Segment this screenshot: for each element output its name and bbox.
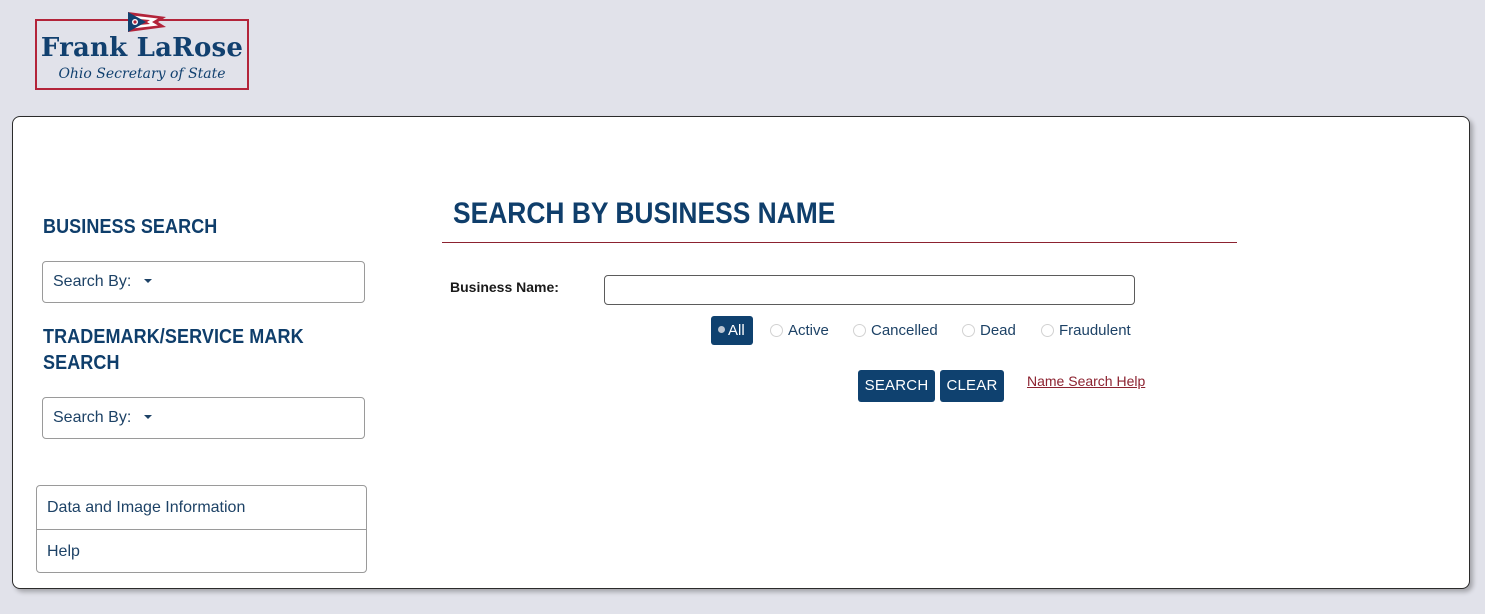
- business-name-label: Business Name:: [450, 279, 559, 295]
- name-search-help-link[interactable]: Name Search Help: [1027, 373, 1145, 389]
- site-logo[interactable]: Frank LaRose Ohio Secretary of State: [35, 12, 249, 90]
- status-radio-active-label: Active: [788, 322, 829, 339]
- status-radio-dead-label: Dead: [980, 322, 1016, 339]
- caret-down-icon: [143, 415, 152, 419]
- status-radio-dead[interactable]: Dead: [962, 322, 1016, 339]
- status-radio-active[interactable]: Active: [770, 322, 829, 339]
- radio-selected-icon: [718, 326, 725, 333]
- radio-circle-icon: [1041, 324, 1054, 337]
- business-name-input[interactable]: [604, 275, 1135, 305]
- status-radio-fraudulent-label: Fraudulent: [1059, 322, 1131, 339]
- radio-circle-icon: [853, 324, 866, 337]
- business-search-by-label: Search By:: [53, 273, 132, 290]
- status-radio-cancelled-label: Cancelled: [871, 322, 938, 339]
- radio-circle-icon: [962, 324, 975, 337]
- status-radio-all-label: All: [728, 322, 745, 339]
- trademark-search-heading: TRADEMARK/SERVICE MARK SEARCH: [43, 326, 304, 374]
- sidebar-links: Data and Image Information Help: [36, 485, 367, 573]
- title-divider: [442, 242, 1237, 243]
- sidebar-link-data-image-info[interactable]: Data and Image Information: [37, 486, 366, 529]
- sidebar-link-help[interactable]: Help: [37, 529, 366, 572]
- ohio-flag-icon: [128, 12, 166, 32]
- caret-down-icon: [143, 279, 152, 283]
- logo-subtitle: Ohio Secretary of State: [58, 66, 226, 82]
- radio-circle-icon: [770, 324, 783, 337]
- logo-name: Frank LaRose: [40, 33, 244, 63]
- business-search-heading: BUSINESS SEARCH: [43, 216, 218, 238]
- status-radio-fraudulent[interactable]: Fraudulent: [1041, 322, 1131, 339]
- status-radio-all[interactable]: All: [711, 316, 753, 345]
- trademark-search-by-dropdown[interactable]: Search By:: [42, 397, 365, 439]
- business-search-by-dropdown[interactable]: Search By:: [42, 261, 365, 303]
- search-button[interactable]: SEARCH: [858, 370, 935, 402]
- main-card: BUSINESS SEARCH Search By: TRADEMARK/SER…: [12, 116, 1470, 589]
- trademark-search-by-label: Search By:: [53, 409, 132, 426]
- status-radio-cancelled[interactable]: Cancelled: [853, 322, 938, 339]
- page-title: SEARCH BY BUSINESS NAME: [453, 197, 836, 230]
- clear-button[interactable]: CLEAR: [940, 370, 1004, 402]
